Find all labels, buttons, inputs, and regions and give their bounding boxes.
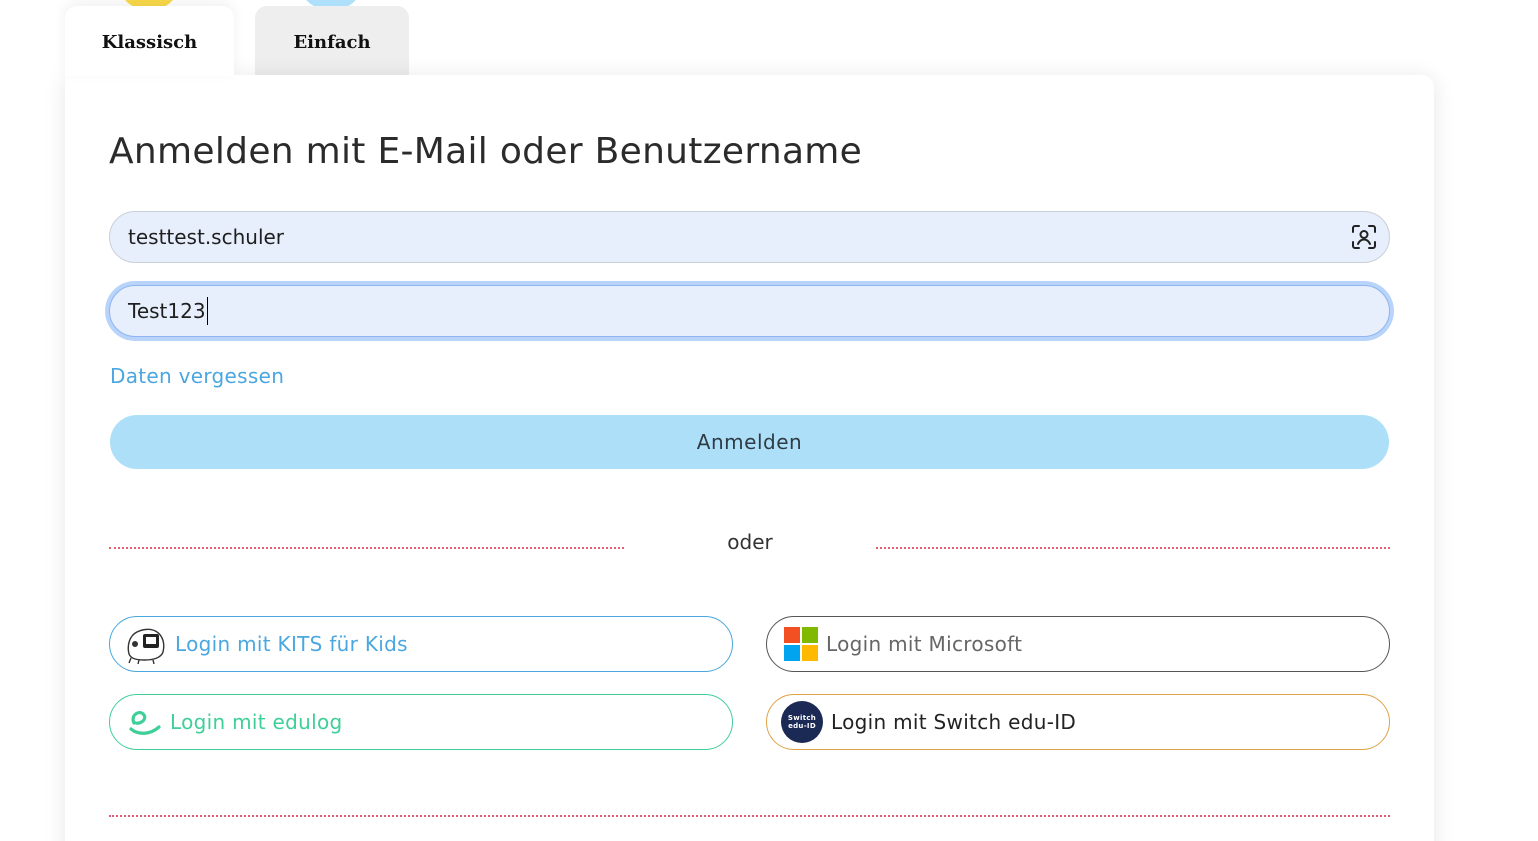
switch-badge-text: Switch edu-ID (781, 701, 823, 743)
password-value: Test123 (128, 299, 206, 323)
login-kits-button[interactable]: Login mit KITS für Kids (109, 616, 733, 672)
login-kits-label: Login mit KITS für Kids (175, 632, 408, 656)
kits-logo-icon (123, 624, 167, 664)
username-field[interactable]: testtest.schuler (109, 211, 1390, 263)
separator-label: oder (727, 530, 773, 554)
login-switch-label: Login mit Switch edu-ID (831, 710, 1077, 734)
login-microsoft-button[interactable]: Login mit Microsoft (766, 616, 1390, 672)
user-scan-icon[interactable] (1351, 224, 1377, 250)
login-card: Anmelden mit E-Mail oder Benutzername te… (65, 75, 1434, 841)
tab-klassisch[interactable]: Klassisch (65, 6, 234, 76)
tab-einfach-label: Einfach (293, 32, 371, 53)
forgot-data-link[interactable]: Daten vergessen (110, 364, 284, 388)
microsoft-logo-icon (784, 627, 818, 661)
login-switch-button[interactable]: Switch edu-ID Login mit Switch edu-ID (766, 694, 1390, 750)
divider-left (109, 547, 624, 549)
login-edulog-button[interactable]: Login mit edulog (109, 694, 733, 750)
tab-klassisch-label: Klassisch (101, 32, 198, 53)
page-title: Anmelden mit E-Mail oder Benutzername (109, 131, 863, 172)
text-cursor (206, 297, 208, 325)
login-submit-button[interactable]: Anmelden (110, 415, 1389, 469)
username-value: testtest.schuler (128, 225, 285, 249)
edulog-logo-icon (128, 707, 162, 737)
divider-right (876, 547, 1390, 549)
password-field[interactable]: Test123 (109, 285, 1390, 337)
login-microsoft-label: Login mit Microsoft (826, 632, 1023, 656)
login-edulog-label: Login mit edulog (170, 710, 343, 734)
login-page: Klassisch Einfach Anmelden mit E-Mail od… (0, 0, 1538, 841)
divider-bottom (109, 815, 1390, 817)
login-submit-label: Anmelden (696, 430, 803, 454)
switch-edu-id-logo-icon: Switch edu-ID (781, 701, 823, 743)
tab-einfach[interactable]: Einfach (255, 6, 409, 76)
